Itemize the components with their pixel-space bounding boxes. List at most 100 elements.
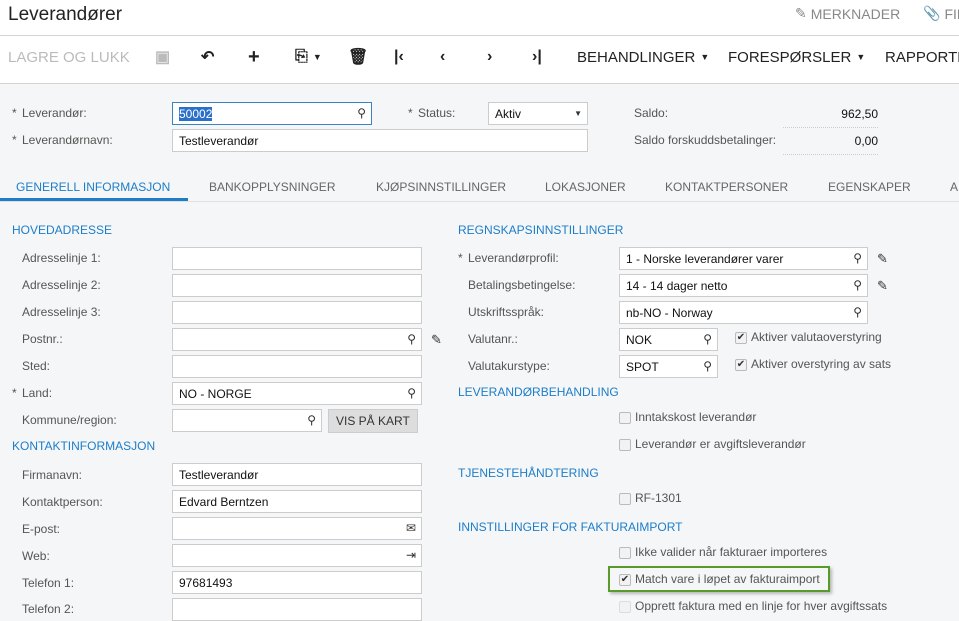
field-label: Kommune/region:	[22, 413, 117, 427]
landed-cost-checkbox[interactable]	[619, 412, 631, 424]
search-icon[interactable]: ⚲	[853, 278, 862, 292]
phone1-input[interactable]: 97681493	[172, 571, 422, 594]
contact-person-input[interactable]: Edvard Berntzen	[172, 490, 422, 513]
checkbox-label: Inntakskost leverandør	[635, 410, 757, 424]
last-record-icon[interactable]: ›|	[532, 47, 542, 67]
undo-icon[interactable]: ↶	[201, 47, 214, 67]
search-icon[interactable]: ⚲	[853, 305, 862, 319]
status-label: Status:	[408, 106, 455, 120]
tab-attributes[interactable]: EGENSKAPER	[828, 180, 911, 194]
search-icon[interactable]: ⚲	[357, 106, 366, 120]
chevron-down-icon: ▼	[700, 52, 710, 62]
region-input[interactable]: ⚲	[172, 409, 322, 432]
search-icon[interactable]: ⚲	[307, 413, 316, 427]
notes-icon: ✎	[795, 5, 807, 21]
print-language-input[interactable]: nb-NO - Norway ⚲	[619, 301, 868, 324]
field-label: Betalingsbetingelse:	[468, 278, 576, 292]
view-on-map-button[interactable]: VIS PÅ KART	[328, 409, 418, 433]
edit-icon[interactable]: ✎	[431, 332, 442, 348]
skip-validation-checkbox[interactable]	[619, 547, 631, 559]
edit-icon[interactable]: ✎	[877, 251, 888, 267]
match-item-checkbox[interactable]: ✔	[619, 574, 631, 586]
first-record-icon[interactable]: |‹	[394, 47, 404, 67]
tax-agency-checkbox[interactable]	[619, 439, 631, 451]
email-input[interactable]: ✉	[172, 517, 422, 540]
tab-general[interactable]: GENERELL INFORMASJON	[16, 180, 170, 194]
postal-code-input[interactable]: ⚲	[172, 328, 422, 351]
copy-paste-icon[interactable]: ⎘ ▼	[295, 47, 322, 67]
terms-input[interactable]: 14 - 14 dager netto ⚲	[619, 274, 868, 297]
processes-label: BEHANDLINGER	[577, 48, 696, 66]
service-section-title: TJENESTEHÅNDTERING	[458, 466, 599, 480]
field-label: E-post:	[22, 522, 61, 536]
field-label: Leverandørprofil:	[458, 251, 559, 265]
rate-override-checkbox[interactable]: ✔	[735, 359, 747, 371]
search-icon[interactable]: ⚲	[703, 359, 712, 373]
add-icon[interactable]: +	[248, 46, 260, 68]
city-input[interactable]	[172, 355, 422, 378]
delete-icon[interactable]: 🗑	[348, 47, 368, 67]
previous-icon[interactable]: ‹	[440, 47, 445, 67]
field-label: Telefon 1:	[22, 576, 75, 590]
company-name-input[interactable]: Testleverandør	[172, 463, 422, 486]
chevron-down-icon: ▼	[574, 109, 582, 118]
field-label: Postnr.:	[22, 332, 63, 346]
currency-value: NOK	[626, 333, 653, 347]
vendor-class-input[interactable]: 1 - Norske leverandører varer ⚲	[619, 247, 868, 270]
checkbox-label: Match vare i løpet av fakturaimport	[635, 572, 820, 586]
vendor-name-label: Leverandørnavn:	[12, 133, 113, 147]
edit-icon[interactable]: ✎	[877, 278, 888, 294]
field-label: Kontaktperson:	[22, 495, 103, 509]
divider	[0, 83, 959, 84]
vendor-name-input[interactable]: Testleverandør	[172, 129, 588, 152]
country-input[interactable]: NO - NORGE ⚲	[172, 382, 422, 405]
notes-button[interactable]: ✎ MERKNADER	[795, 5, 900, 22]
status-select[interactable]: Aktiv ▼	[488, 102, 588, 125]
field-label: Sted:	[22, 359, 51, 373]
field-label: Utskriftsspråk:	[468, 305, 545, 319]
save-close-button[interactable]: LAGRE OG LUKK	[8, 47, 130, 67]
processes-menu[interactable]: BEHANDLINGER ▼	[577, 47, 709, 67]
save-icon[interactable]: ▣	[155, 47, 170, 67]
field-label: Web:	[22, 549, 50, 563]
reports-menu[interactable]: RAPPORTE	[885, 47, 959, 67]
tab-more[interactable]: A	[950, 180, 958, 194]
vendor-handling-title: LEVERANDØRBEHANDLING	[458, 385, 619, 399]
tab-purchase[interactable]: KJØPSINNSTILLINGER	[376, 180, 506, 194]
search-icon[interactable]: ⚲	[407, 386, 416, 400]
web-input[interactable]: ⇥	[172, 544, 422, 567]
currency-input[interactable]: NOK ⚲	[619, 328, 718, 351]
field-label: Firmanavn:	[22, 468, 83, 482]
phone2-input[interactable]	[172, 598, 422, 621]
address-line3-input[interactable]	[172, 301, 422, 324]
search-icon[interactable]: ⚲	[853, 251, 862, 265]
envelope-icon[interactable]: ✉	[406, 521, 416, 535]
field-label: Adresselinje 3:	[22, 305, 101, 319]
paperclip-icon: 📎	[923, 5, 941, 21]
checkbox-label: Aktiver overstyring av sats	[751, 357, 892, 371]
notes-label: MERKNADER	[810, 5, 901, 22]
currency-override-checkbox[interactable]: ✔	[735, 332, 747, 344]
search-icon[interactable]: ⚲	[703, 332, 712, 346]
vendor-input[interactable]: 50002 ⚲	[172, 102, 372, 125]
files-button[interactable]: 📎FIL	[923, 5, 959, 22]
next-icon[interactable]: ›	[487, 47, 492, 67]
checkbox-label: Aktiver valutaoverstyring	[751, 330, 882, 344]
line-per-tax-checkbox[interactable]	[619, 601, 631, 613]
inquiries-menu[interactable]: FORESPØRSLER ▼	[728, 47, 865, 67]
tab-locations[interactable]: LOKASJONER	[545, 180, 626, 194]
tab-contacts[interactable]: KONTAKTPERSONER	[665, 180, 788, 194]
open-link-icon[interactable]: ⇥	[406, 548, 416, 562]
address-line2-input[interactable]	[172, 274, 422, 297]
field-label: Adresselinje 1:	[22, 251, 101, 265]
tab-bank[interactable]: BANKOPPLYSNINGER	[209, 180, 335, 194]
rf1301-checkbox[interactable]	[619, 493, 631, 505]
contact-section-title: KONTAKTINFORMASJON	[12, 439, 156, 453]
page-title: Leverandører	[8, 4, 123, 25]
rate-type-input[interactable]: SPOT ⚲	[619, 355, 718, 378]
address-line1-input[interactable]	[172, 247, 422, 270]
search-icon[interactable]: ⚲	[407, 332, 416, 346]
country-value: NO - NORGE	[179, 387, 252, 401]
field-label: Adresselinje 2:	[22, 278, 101, 292]
vendor-value: 50002	[179, 107, 213, 121]
